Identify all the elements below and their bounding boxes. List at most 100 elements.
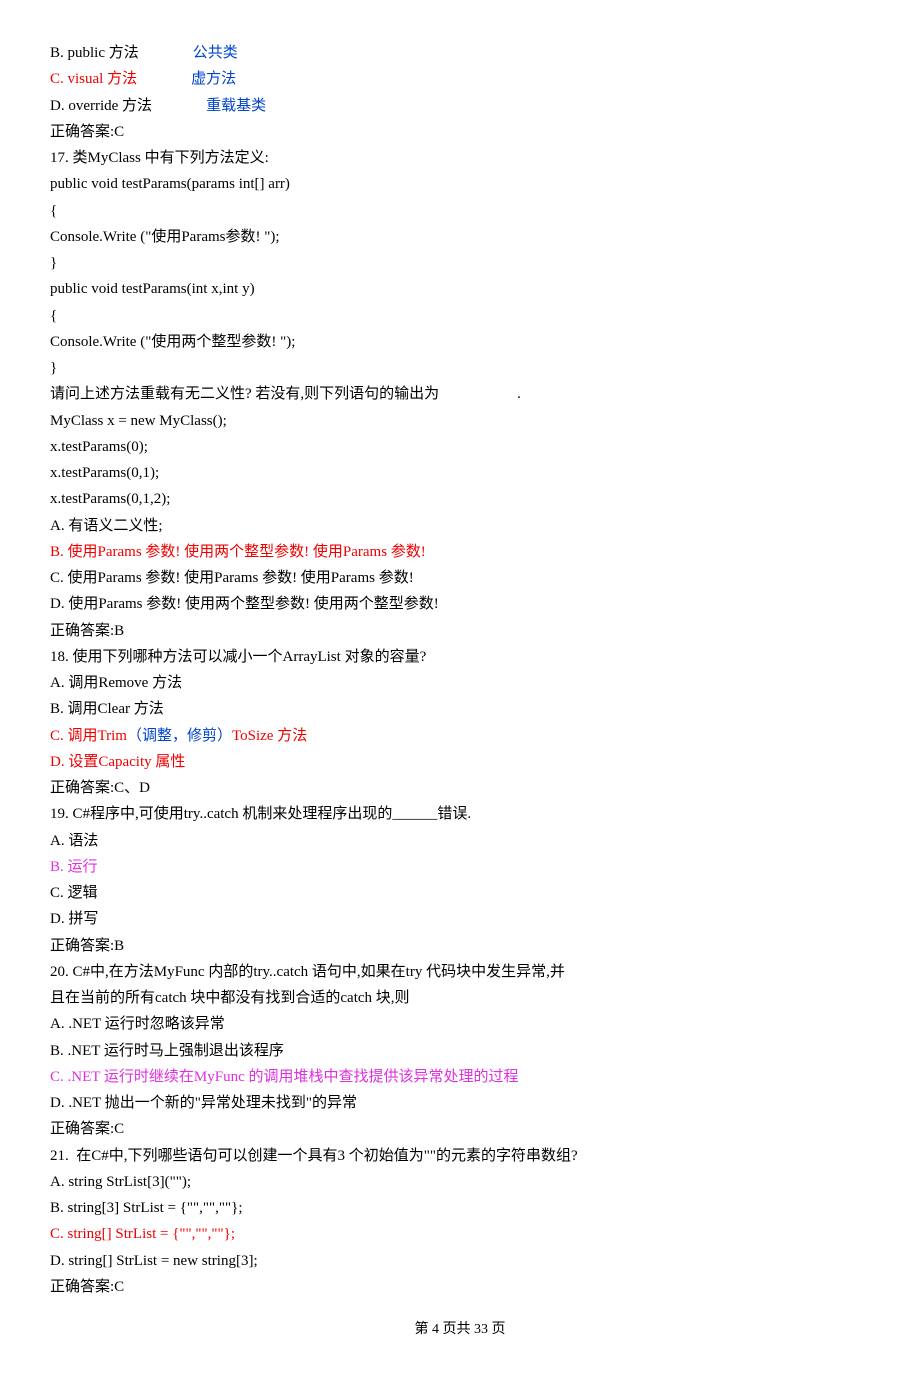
text-line: { (50, 303, 870, 329)
text-line: A. string StrList[3](""); (50, 1169, 870, 1195)
text-segment: 21. 在C#中,下列哪些语句可以创建一个具有3 个初始值为""的元素的字符串数… (50, 1148, 578, 1164)
text-segment: A. 有语义二义性; (50, 518, 163, 534)
text-line: 正确答案:C (50, 1274, 870, 1300)
text-line: B. 运行 (50, 854, 870, 880)
text-line: public void testParams(int x,int y) (50, 276, 870, 302)
text-segment: 正确答案:C (50, 1121, 124, 1137)
text-segment: Console.Write ("使用两个整型参数! "); (50, 334, 295, 350)
text-segment: 正确答案:B (50, 623, 124, 639)
text-segment: 公共类 (193, 45, 238, 61)
text-segment: A. .NET 运行时忽略该异常 (50, 1016, 225, 1032)
text-segment: 重载基类 (206, 98, 266, 114)
text-segment: B. public 方法 (50, 45, 139, 61)
text-segment: （调整，修剪） (127, 728, 232, 744)
text-line: x.testParams(0,1,2); (50, 486, 870, 512)
text-segment: 20. C#中,在方法MyFunc 内部的try..catch 语句中,如果在t… (50, 964, 565, 980)
text-segment: 正确答案:C (50, 1279, 124, 1295)
text-segment: A. string StrList[3](""); (50, 1174, 191, 1190)
text-line: 正确答案:C (50, 119, 870, 145)
text-segment: C. visual 方法 (50, 71, 137, 87)
text-line: 19. C#程序中,可使用try..catch 机制来处理程序出现的______… (50, 801, 870, 827)
text-segment: } (50, 360, 57, 376)
text-segment: 且在当前的所有catch 块中都没有找到合适的catch 块,则 (50, 990, 410, 1006)
text-line: 20. C#中,在方法MyFunc 内部的try..catch 语句中,如果在t… (50, 959, 870, 985)
text-segment: 正确答案:B (50, 938, 124, 954)
text-segment: x.testParams(0); (50, 439, 148, 455)
text-line: 21. 在C#中,下列哪些语句可以创建一个具有3 个初始值为""的元素的字符串数… (50, 1143, 870, 1169)
text-segment: C. 使用Params 参数! 使用Params 参数! 使用Params 参数… (50, 570, 414, 586)
text-segment: MyClass x = new MyClass(); (50, 413, 227, 429)
text-line: C. .NET 运行时继续在MyFunc 的调用堆栈中查找提供该异常处理的过程 (50, 1064, 870, 1090)
text-segment: D. string[] StrList = new string[3]; (50, 1253, 258, 1269)
text-segment: D. 使用Params 参数! 使用两个整型参数! 使用两个整型参数! (50, 596, 439, 612)
text-line: 正确答案:B (50, 933, 870, 959)
text-line: A. .NET 运行时忽略该异常 (50, 1011, 870, 1037)
text-line: C. 逻辑 (50, 880, 870, 906)
text-line: B. .NET 运行时马上强制退出该程序 (50, 1038, 870, 1064)
text-line: C. 使用Params 参数! 使用Params 参数! 使用Params 参数… (50, 565, 870, 591)
text-line: 请问上述方法重载有无二义性? 若没有,则下列语句的输出为. (50, 381, 870, 407)
text-segment: 正确答案:C (50, 124, 124, 140)
text-line: MyClass x = new MyClass(); (50, 408, 870, 434)
text-segment: C. 逻辑 (50, 885, 98, 901)
text-segment: B. 使用Params 参数! 使用两个整型参数! 使用Params 参数! (50, 544, 426, 560)
text-line: D. 拼写 (50, 906, 870, 932)
text-segment: { (50, 203, 57, 219)
text-segment: B. .NET 运行时马上强制退出该程序 (50, 1043, 284, 1059)
text-line: C. string[] StrList = {"","",""}; (50, 1221, 870, 1247)
text-segment: D. .NET 抛出一个新的"异常处理未找到"的异常 (50, 1095, 357, 1111)
text-segment: 17. 类MyClass 中有下列方法定义: (50, 150, 269, 166)
text-line: x.testParams(0,1); (50, 460, 870, 486)
text-segment: } (50, 255, 57, 271)
text-line: 正确答案:B (50, 618, 870, 644)
text-segment: B. string[3] StrList = {"","",""}; (50, 1200, 243, 1216)
text-line: } (50, 250, 870, 276)
document-body: B. public 方法 公共类 C. visual 方法 虚方法 D. overrid… (50, 40, 870, 1300)
text-line: Console.Write ("使用Params参数! "); (50, 224, 870, 250)
text-segment: x.testParams(0,1); (50, 465, 159, 481)
text-segment: x.testParams(0,1,2); (50, 491, 170, 507)
text-segment: C. string[] StrList = {"","",""}; (50, 1226, 235, 1242)
text-segment: B. 调用Clear 方法 (50, 701, 164, 717)
text-segment: . (517, 386, 521, 402)
text-segment: A. 语法 (50, 833, 98, 849)
text-line: C. 调用Trim（调整，修剪）ToSize 方法 (50, 723, 870, 749)
text-line: D. 使用Params 参数! 使用两个整型参数! 使用两个整型参数! (50, 591, 870, 617)
text-segment: Console.Write ("使用Params参数! "); (50, 229, 280, 245)
text-line: B. 使用Params 参数! 使用两个整型参数! 使用Params 参数! (50, 539, 870, 565)
text-line: C. visual 方法 虚方法 (50, 66, 870, 92)
text-segment: { (50, 308, 57, 324)
text-segment: A. 调用Remove 方法 (50, 675, 182, 691)
text-segment: 请问上述方法重载有无二义性? 若没有,则下列语句的输出为 (50, 386, 439, 402)
text-segment: 18. 使用下列哪种方法可以减小一个ArrayList 对象的容量? (50, 649, 426, 665)
text-segment: ToSize 方法 (232, 728, 307, 744)
text-segment: B. 运行 (50, 859, 98, 875)
text-segment: D. 拼写 (50, 911, 98, 927)
page-footer: 第 4 页共 33 页 (50, 1318, 870, 1343)
text-segment: D. 设置Capacity 属性 (50, 754, 185, 770)
text-segment: C. 调用Trim (50, 728, 127, 744)
text-line: 正确答案:C、D (50, 775, 870, 801)
text-line: public void testParams(params int[] arr) (50, 171, 870, 197)
text-line: D. 设置Capacity 属性 (50, 749, 870, 775)
text-line: } (50, 355, 870, 381)
text-line: x.testParams(0); (50, 434, 870, 460)
text-line: A. 有语义二义性; (50, 513, 870, 539)
text-segment: 虚方法 (191, 71, 236, 87)
text-segment: 19. C#程序中,可使用try..catch 机制来处理程序出现的______… (50, 806, 471, 822)
text-line: Console.Write ("使用两个整型参数! "); (50, 329, 870, 355)
text-line: D. .NET 抛出一个新的"异常处理未找到"的异常 (50, 1090, 870, 1116)
text-line: 且在当前的所有catch 块中都没有找到合适的catch 块,则 (50, 985, 870, 1011)
text-segment: 正确答案:C、D (50, 780, 150, 796)
text-line: D. override 方法 重载基类 (50, 93, 870, 119)
text-line: B. string[3] StrList = {"","",""}; (50, 1195, 870, 1221)
text-segment: public void testParams(int x,int y) (50, 281, 255, 297)
text-line: A. 调用Remove 方法 (50, 670, 870, 696)
text-segment: D. override 方法 (50, 98, 152, 114)
text-line: B. public 方法 公共类 (50, 40, 870, 66)
text-line: 18. 使用下列哪种方法可以减小一个ArrayList 对象的容量? (50, 644, 870, 670)
text-line: { (50, 198, 870, 224)
text-line: B. 调用Clear 方法 (50, 696, 870, 722)
text-line: D. string[] StrList = new string[3]; (50, 1248, 870, 1274)
text-segment: public void testParams(params int[] arr) (50, 176, 290, 192)
